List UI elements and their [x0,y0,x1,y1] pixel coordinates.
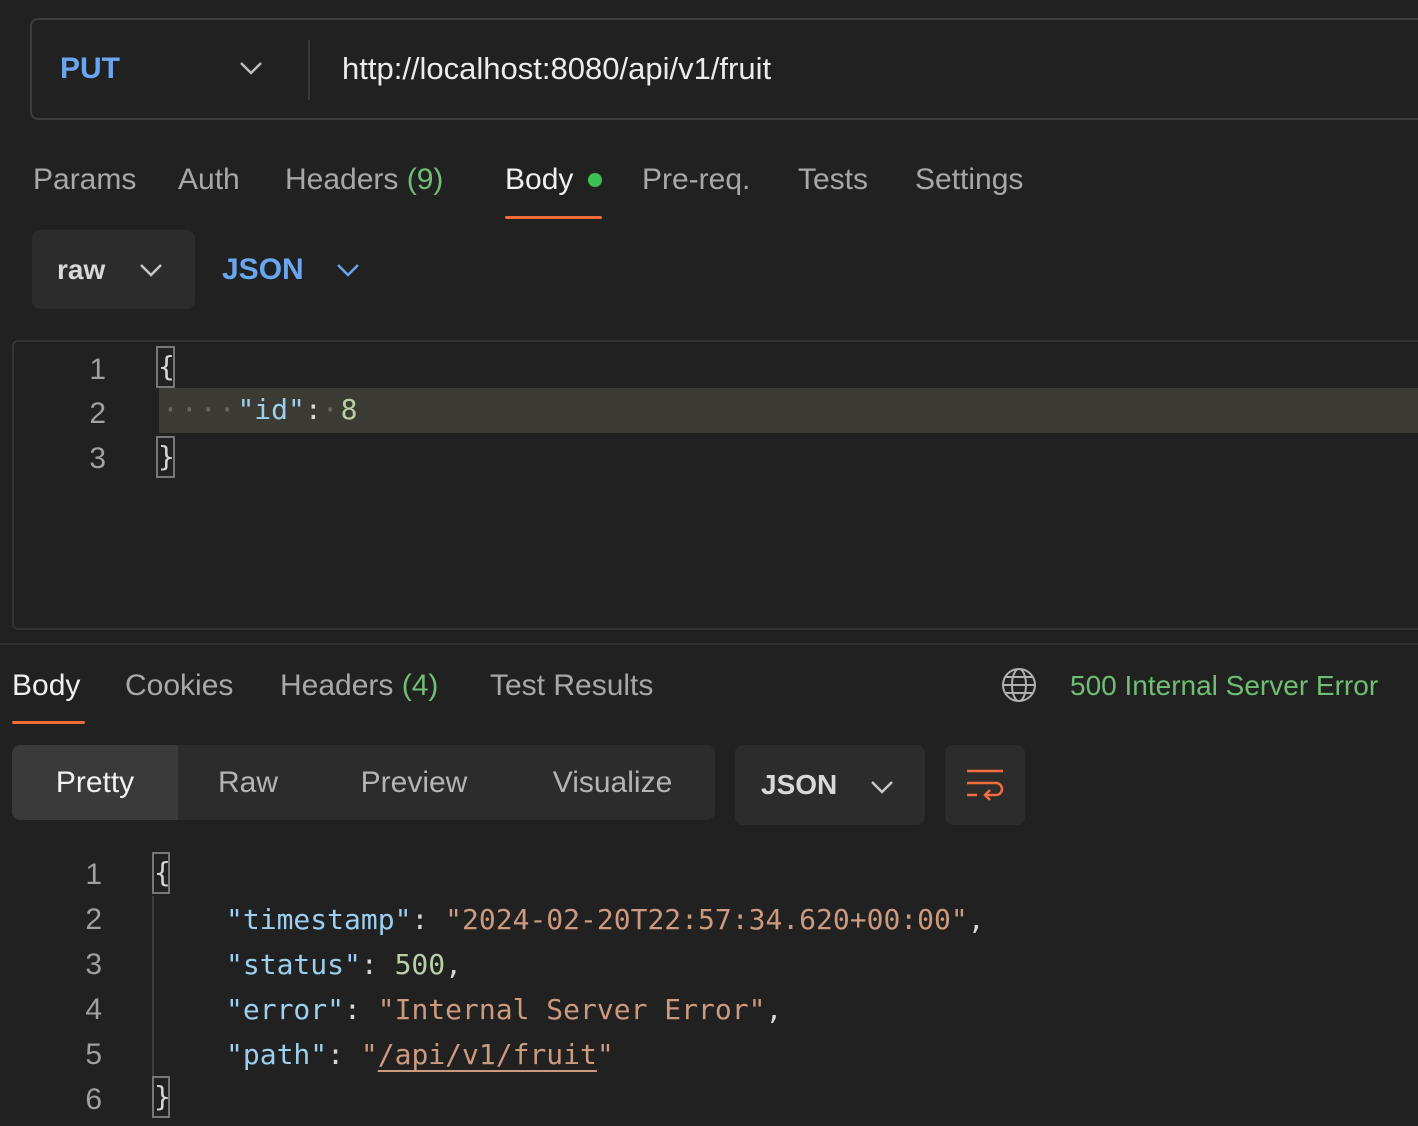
chevron-down-icon [140,264,162,277]
code-line: ····"id":·8 [162,390,357,430]
request-body-editor[interactable]: 1 2 3 { ····"id":·8 } [12,340,1418,630]
chevron-down-icon[interactable] [335,260,361,280]
tab-tests[interactable]: Tests [798,160,868,200]
open-brace: { [152,852,171,894]
response-tab-test-results[interactable]: Test Results [490,666,653,706]
tab-headers[interactable]: Headers (9) [285,160,443,200]
response-tab-headers[interactable]: Headers (4) [280,666,438,706]
json-value: "Internal Server Error" [377,993,766,1026]
wrap-lines-icon [967,769,1004,801]
response-tab-headers-label: Headers [280,669,394,702]
json-comma: , [765,993,783,1026]
line-number: 5 [85,1038,102,1071]
code-line: "error": "Internal Server Error", [226,990,782,1030]
chevron-down-icon [871,781,893,794]
code-line: "timestamp": "2024-02-20T22:57:34.620+00… [226,900,985,940]
line-number: 2 [85,903,102,936]
wrap-lines-button[interactable] [945,745,1025,825]
line-number: 2 [89,397,106,430]
url-divider [308,40,310,100]
view-mode-pretty[interactable]: Pretty [12,745,178,820]
response-tab-body[interactable]: Body [12,666,80,706]
indent-guide [152,896,154,1076]
response-body-viewer[interactable]: 1 2 3 4 5 6 { } "timestamp": "2024-02-20… [0,850,1418,1126]
line-number: 1 [85,858,102,891]
tab-params[interactable]: Params [33,160,136,200]
line-number: 3 [85,948,102,981]
response-headers-count: (4) [401,669,439,702]
active-tab-indicator [12,721,85,724]
view-mode-preview[interactable]: Preview [318,745,510,820]
json-value: "2024-02-20T22:57:34.620+00:00" [445,903,968,936]
body-mode-label: raw [57,254,106,285]
body-mode-select[interactable]: raw [32,230,195,309]
line-number: 6 [85,1083,102,1116]
tab-pre-req[interactable]: Pre-req. [642,160,750,200]
globe-icon[interactable] [1000,666,1038,704]
json-colon: : [327,1038,361,1071]
path-link[interactable]: /api/v1/fruit [378,1038,597,1071]
tab-auth[interactable]: Auth [178,160,240,200]
json-colon: : [304,393,322,426]
indent-guide: ···· [162,393,238,426]
json-value: 500 [394,948,446,981]
response-format-select[interactable]: JSON [735,745,925,825]
close-brace: } [152,1076,171,1118]
response-format-label: JSON [761,769,838,800]
json-key: "status" [226,948,361,981]
json-key: "error" [226,993,345,1026]
close-brace: } [156,436,175,478]
body-format-select[interactable]: JSON [222,250,304,290]
line-number: 4 [85,993,102,1026]
json-colon: : [411,903,446,936]
json-quote: " [360,1038,378,1071]
response-tab-cookies[interactable]: Cookies [125,666,233,706]
code-line: "status": 500, [226,945,462,985]
code-line: "path": "/api/v1/fruit" [226,1035,614,1075]
json-key: "timestamp" [226,903,412,936]
view-mode-selector: Pretty Raw Preview Visualize [12,745,715,820]
chevron-down-icon[interactable] [238,58,264,78]
json-key: "id" [237,393,305,426]
tab-body[interactable]: Body [505,160,573,200]
open-brace: { [156,346,175,388]
tab-headers-label: Headers [285,163,399,196]
method-select[interactable]: PUT [60,20,120,118]
response-status[interactable]: 500 Internal Server Error [1070,666,1378,706]
line-number: 1 [89,353,106,386]
view-mode-visualize[interactable]: Visualize [510,745,715,820]
json-colon: : [360,948,395,981]
url-bar: PUT http://localhost:8080/api/v1/fruit [30,18,1418,120]
url-input[interactable]: http://localhost:8080/api/v1/fruit [342,20,771,118]
body-modified-dot [588,173,602,187]
view-mode-raw[interactable]: Raw [178,745,318,820]
indent-guide: · [321,393,341,426]
json-comma: , [445,948,463,981]
headers-count: (9) [406,163,444,196]
json-quote: " [596,1038,614,1071]
json-value: 8 [340,393,358,426]
tab-settings[interactable]: Settings [915,160,1023,200]
active-tab-indicator [505,216,602,219]
json-comma: , [967,903,985,936]
json-colon: : [344,993,378,1026]
json-key: "path" [226,1038,328,1071]
line-number: 3 [89,442,106,475]
pane-separator[interactable] [0,643,1418,645]
